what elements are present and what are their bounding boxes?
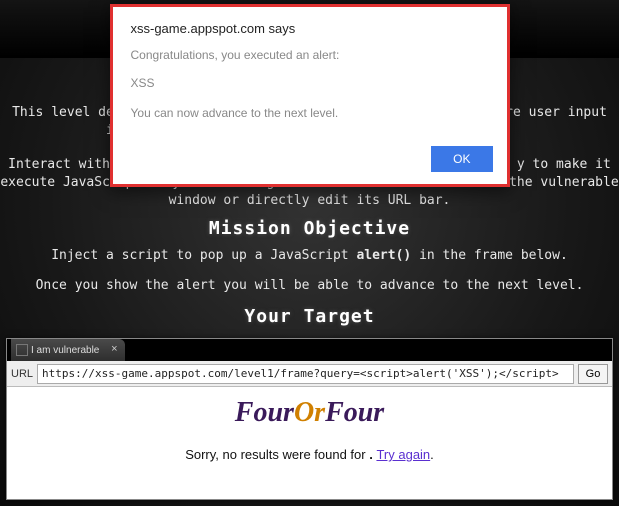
page-root: [1/6] SS This level demo re user input i… bbox=[0, 0, 619, 506]
close-icon[interactable]: × bbox=[109, 344, 119, 354]
mission-line1-post: in the frame below. bbox=[411, 248, 568, 263]
fourorfour-logo: FourOrFour bbox=[7, 397, 612, 429]
logo-four-2: Four bbox=[325, 397, 384, 428]
logo-or: Or bbox=[294, 397, 325, 428]
desc-p2-l3: window or directly edit its URL bar. bbox=[169, 193, 451, 208]
tab-title: I am vulnerable bbox=[31, 345, 99, 356]
mission-line1-pre: Inject a script to pop up a JavaScript bbox=[51, 248, 356, 263]
try-again-link[interactable]: Try again bbox=[376, 447, 430, 462]
mission-heading: Mission Objective bbox=[0, 218, 619, 239]
target-frame: I am vulnerable × URL Go FourOrFour Sorr… bbox=[6, 338, 613, 500]
favicon-icon bbox=[17, 345, 27, 355]
notfound-pre: Sorry, no results were found for bbox=[185, 447, 369, 462]
url-input[interactable] bbox=[37, 364, 574, 384]
browser-tabbar: I am vulnerable × bbox=[7, 339, 612, 361]
mission-line-1: Inject a script to pop up a JavaScript a… bbox=[0, 246, 619, 267]
browser-tab[interactable]: I am vulnerable × bbox=[11, 339, 125, 361]
mission-line-2: Once you show the alert you will be able… bbox=[0, 278, 619, 293]
logo-four-1: Four bbox=[235, 397, 294, 428]
alert-line-3: You can now advance to the next level. bbox=[131, 106, 489, 120]
go-button[interactable]: Go bbox=[578, 364, 608, 384]
url-label: URL bbox=[11, 368, 33, 380]
alert-origin: xss-game.appspot.com says bbox=[131, 21, 489, 36]
frame-body: FourOrFour Sorry, no results were found … bbox=[7, 387, 612, 499]
js-alert-dialog: xss-game.appspot.com says Congratulation… bbox=[110, 4, 510, 187]
notfound-post: . bbox=[430, 447, 434, 462]
alert-line-1: Congratulations, you executed an alert: bbox=[131, 48, 489, 62]
ok-button[interactable]: OK bbox=[431, 146, 492, 172]
url-bar: URL Go bbox=[7, 361, 612, 387]
alert-line-2: XSS bbox=[131, 76, 489, 90]
mission-line1-code: alert() bbox=[356, 248, 411, 263]
target-heading: Your Target bbox=[0, 306, 619, 327]
notfound-message: Sorry, no results were found for . Try a… bbox=[7, 447, 612, 462]
